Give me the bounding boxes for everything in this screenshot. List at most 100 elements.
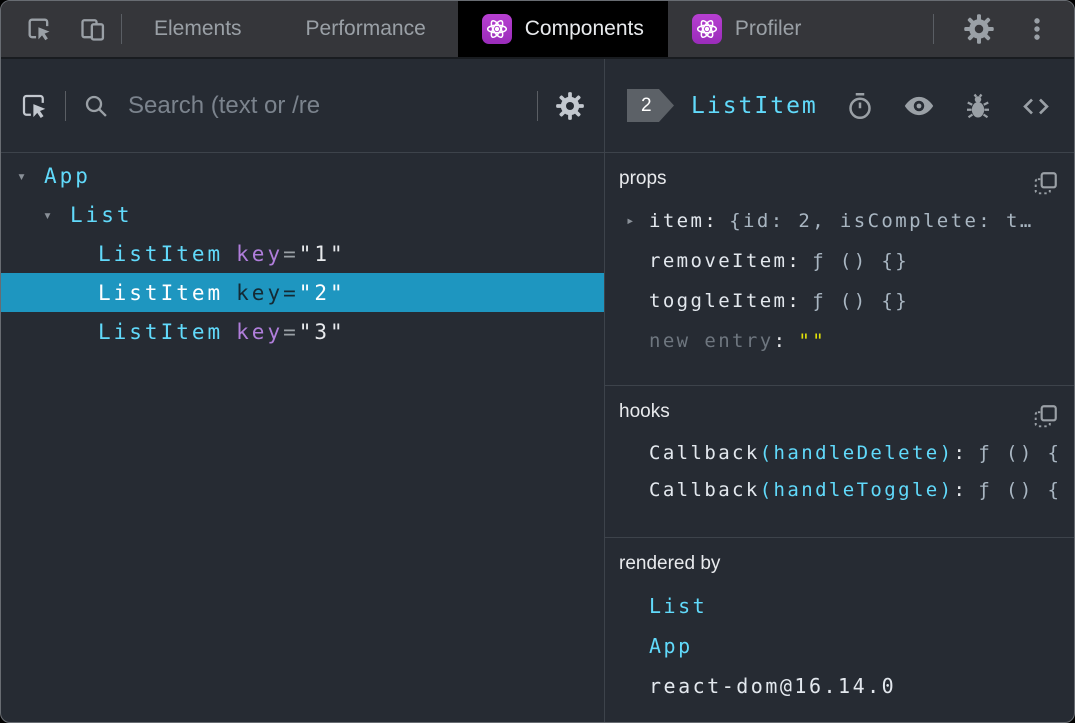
new-entry-value[interactable]: "" [798, 330, 826, 352]
hook-name: Callback [649, 478, 760, 501]
tree-row-listitem-3[interactable]: ListItem key = "3" [1, 312, 604, 351]
tree-toolbar [1, 59, 604, 153]
owner-link[interactable]: App [649, 634, 693, 658]
hook-row-handledelete[interactable]: Callback(handleDelete): ƒ () {} [619, 434, 1060, 471]
rendered-by-list-link[interactable]: List [619, 586, 1060, 626]
rendered-by-section: rendered by List App react-dom@16.14.0 [605, 538, 1074, 722]
expand-arrow-icon[interactable]: ▾ [43, 206, 70, 224]
tree-row-listitem-2-selected[interactable]: ListItem key = "2" [1, 273, 604, 312]
rendered-by-react-dom: react-dom@16.14.0 [619, 666, 1060, 706]
search-input[interactable] [126, 90, 521, 121]
tab-label: Elements [154, 17, 242, 40]
component-name: ListItem [98, 319, 224, 344]
hook-name: Callback [649, 441, 760, 464]
rendered-by-title: rendered by [619, 553, 721, 574]
prop-row-new-entry[interactable]: new entry: "" [619, 321, 1060, 361]
hook-callback-name: (handleDelete) [759, 441, 954, 464]
tab-performance[interactable]: Performance [274, 1, 458, 57]
inspect-icon[interactable] [25, 15, 53, 43]
toolbar-divider [537, 90, 538, 121]
rendered-by-rows: List App react-dom@16.14.0 [619, 586, 1060, 706]
hook-value: ƒ () {} [978, 478, 1060, 501]
view-source-icon[interactable] [1020, 90, 1052, 122]
key-attr-value: "3" [298, 319, 346, 344]
key-attr-name: key [236, 319, 284, 344]
tab-profiler[interactable]: Profiler [668, 1, 826, 57]
equals-sign: = [283, 241, 299, 266]
search-icon [82, 92, 110, 120]
component-tree-panel: ▾App ▾List ListItemkey="1" ListItemkey="… [1, 59, 605, 722]
toolbar-divider [65, 90, 66, 121]
tab-components[interactable]: Components [457, 1, 668, 57]
hook-colon: : [953, 478, 968, 501]
react-logo-icon [481, 14, 512, 44]
hook-row-handletoggle[interactable]: Callback(handleToggle): ƒ () {} [619, 471, 1060, 508]
prop-name: item [649, 210, 705, 232]
react-logo-icon [691, 14, 722, 44]
prop-row-removeitem[interactable]: removeItem: ƒ () {} [619, 241, 1060, 281]
suspend-timer-icon[interactable] [845, 91, 875, 121]
prop-colon: : [773, 330, 788, 352]
topbar-tool-icons [1, 1, 121, 57]
selected-component-title: ListItem [691, 92, 818, 119]
equals-sign: = [283, 280, 299, 305]
copy-icon[interactable] [1033, 403, 1059, 434]
tab-elements[interactable]: Elements [122, 1, 274, 57]
prop-colon: : [704, 210, 719, 232]
settings-gear-icon[interactable] [962, 12, 996, 46]
component-details-panel: 2 ListItem props ▸ item: {id: 2, isComp… [605, 59, 1074, 722]
settings-gear-icon[interactable] [554, 90, 586, 122]
component-name: ListItem [98, 280, 224, 305]
props-section-title: props [619, 168, 667, 189]
hooks-rows: Callback(handleDelete):ƒ () {} Callback(… [619, 434, 1060, 508]
props-section: props ▸ item: {id: 2, isComplete: t… remov… [605, 153, 1074, 386]
hooks-section: hooks Callback(handleDelete):ƒ () {} Cal… [605, 386, 1074, 538]
component-name: ListItem [98, 241, 224, 266]
equals-sign: = [283, 319, 299, 344]
prop-row-item[interactable]: ▸ item: {id: 2, isComplete: t… [619, 201, 1060, 241]
prop-row-toggleitem[interactable]: toggleItem: ƒ () {} [619, 281, 1060, 321]
details-header: 2 ListItem [605, 59, 1074, 153]
prop-value: ƒ () {} [812, 290, 910, 312]
search-bar [82, 90, 521, 121]
components-panel-body: ▾App ▾List ListItemkey="1" ListItemkey="… [1, 59, 1074, 722]
owners-count-badge[interactable]: 2 [627, 89, 674, 122]
component-tree: ▾ App ▾ List ListItem key = "1" ListItem key = "… [1, 153, 604, 351]
select-component-icon[interactable] [19, 91, 49, 121]
hook-callback-name: (handleToggle) [759, 478, 954, 501]
prop-value: {id: 2, isComplete: t… [729, 210, 1034, 232]
copy-icon[interactable] [1033, 170, 1059, 201]
prop-name: toggleItem [649, 290, 788, 312]
key-attr-name: key [236, 280, 284, 305]
tree-row-listitem-1[interactable]: ListItem key = "1" [1, 234, 604, 273]
details-header-icons [845, 89, 1052, 123]
collapsed-arrow-icon[interactable]: ▸ [626, 213, 634, 229]
hook-colon: : [953, 441, 968, 464]
key-attr-value: "2" [298, 280, 346, 305]
key-attr-value: "1" [298, 241, 346, 266]
key-attr-name: key [236, 241, 284, 266]
overflow-menu-icon[interactable] [1024, 16, 1050, 42]
device-toolbar-icon[interactable] [79, 15, 107, 43]
devtools-tab-bar: Elements Performance Components Profiler [1, 1, 1074, 59]
hook-value: ƒ () {} [978, 441, 1060, 464]
tab-label: Profiler [734, 17, 802, 40]
owner-link[interactable]: List [649, 594, 707, 618]
props-rows: ▸ item: {id: 2, isComplete: t… removeItem:… [619, 201, 1060, 361]
prop-value: ƒ () {} [812, 250, 910, 272]
expand-arrow-icon[interactable]: ▾ [17, 167, 44, 185]
tree-row-app[interactable]: ▾ App [1, 156, 604, 195]
rendered-by-app-link[interactable]: App [619, 626, 1060, 666]
prop-name: removeItem [649, 250, 788, 272]
component-name: List [70, 202, 133, 227]
prop-colon: : [787, 250, 802, 272]
topbar-divider [933, 14, 934, 44]
log-bug-icon[interactable] [963, 91, 993, 121]
tree-row-list[interactable]: ▾ List [1, 195, 604, 234]
renderer-version-label: react-dom@16.14.0 [649, 674, 897, 698]
tab-label: Performance [305, 17, 426, 40]
hooks-section-title: hooks [619, 401, 670, 422]
new-entry-label[interactable]: new entry [649, 330, 774, 352]
topbar-right-controls [933, 1, 1074, 57]
inspect-dom-eye-icon[interactable] [902, 89, 936, 123]
